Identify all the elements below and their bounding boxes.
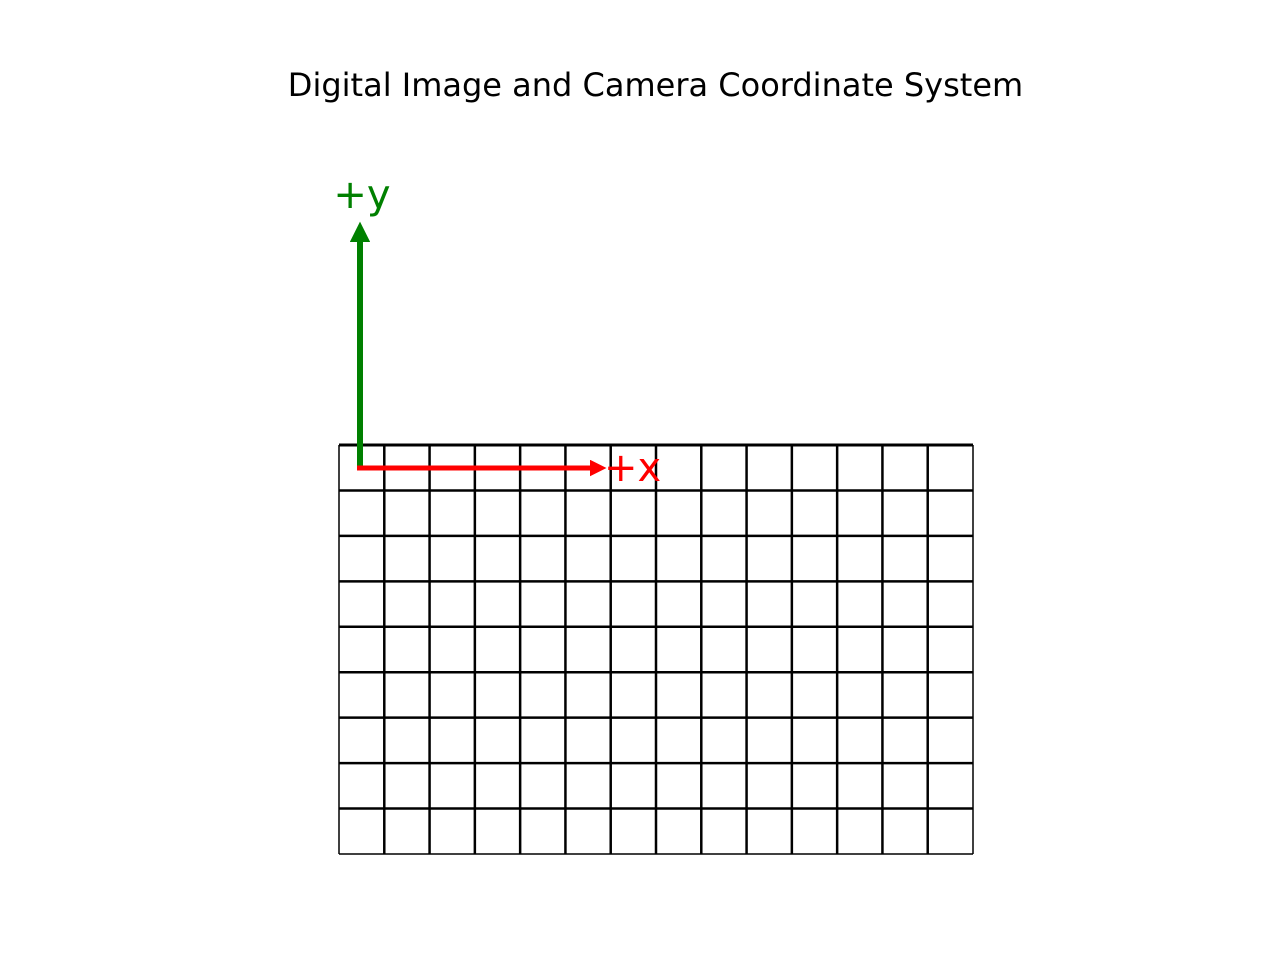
x-axis-label: +x	[604, 445, 661, 491]
pixel-grid	[338, 443, 974, 855]
coordinate-diagram: +y +x	[333, 172, 974, 855]
y-axis-label: +y	[333, 172, 390, 218]
